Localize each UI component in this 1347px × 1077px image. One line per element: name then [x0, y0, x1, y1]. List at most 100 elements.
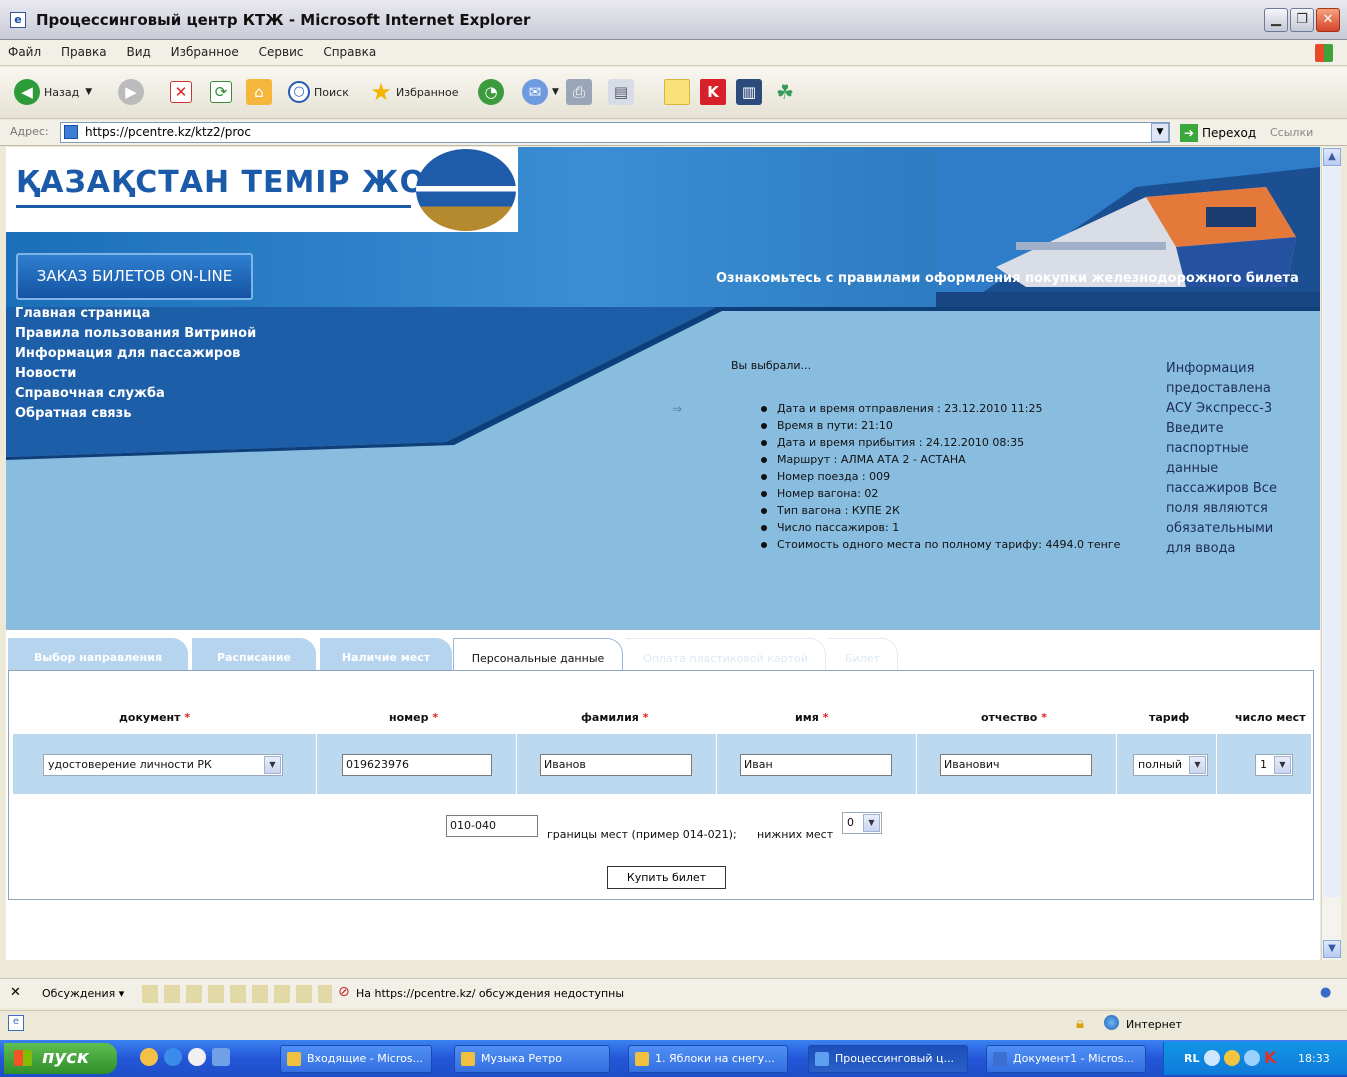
search-button[interactable]: ○ Поиск	[288, 77, 349, 107]
discussions-bar: ✕ Обсуждения ▾ ⊘ На https://pcentre.kz/ …	[0, 978, 1347, 1008]
menu-file[interactable]: Файл	[0, 40, 49, 59]
task-music[interactable]: Музыка Ретро	[454, 1045, 610, 1073]
links-button[interactable]: Ссылки	[1270, 126, 1313, 139]
maximize-button[interactable]: ❐	[1290, 8, 1314, 32]
favorites-label: Избранное	[396, 85, 459, 99]
start-button[interactable]: пуск	[4, 1043, 117, 1074]
address-dropdown-button[interactable]: ▼	[1151, 123, 1169, 142]
tab-schedule[interactable]: Расписание	[192, 638, 316, 672]
system-tray: RL K 18:33	[1163, 1042, 1347, 1075]
nav-home[interactable]: Главная страница	[15, 304, 256, 324]
task-word[interactable]: Документ1 - Micros...	[986, 1045, 1146, 1073]
tab-personal-data[interactable]: Персональные данные	[453, 638, 623, 672]
windows-flag-icon	[14, 1050, 32, 1066]
kaspersky-tray-icon[interactable]: K	[1264, 1048, 1276, 1067]
menu-tools[interactable]: Сервис	[251, 40, 312, 59]
go-button[interactable]: ➔ Переход	[1180, 123, 1256, 143]
task-browser[interactable]: Процессинговый ц...	[808, 1045, 968, 1073]
minimize-button[interactable]: ▁	[1264, 8, 1288, 32]
scroll-up-button[interactable]: ▲	[1323, 148, 1341, 166]
ie-launch-icon[interactable]	[164, 1048, 182, 1066]
refresh-button[interactable]: ⟳	[210, 77, 232, 107]
print-button[interactable]: ⎙	[566, 77, 592, 107]
menu-help[interactable]: Справка	[315, 40, 384, 59]
history-button[interactable]: ◔	[478, 77, 504, 107]
favorites-button[interactable]: ★ Избранное	[368, 77, 458, 107]
language-indicator[interactable]: RL	[1184, 1052, 1199, 1065]
tariff-select[interactable]: полный ▼	[1133, 754, 1208, 776]
notes-button[interactable]	[664, 77, 690, 107]
taskbar: пуск Входящие - Micros... Музыка Ретро 1…	[0, 1040, 1347, 1077]
mail-button[interactable]: ✉ ▼	[522, 77, 559, 107]
tariff-value: полный	[1138, 758, 1182, 771]
history-icon: ◔	[478, 79, 504, 105]
msn-button[interactable]: ☘	[772, 77, 798, 107]
messenger-tray-icon[interactable]	[1244, 1050, 1260, 1066]
scroll-thumb[interactable]	[1323, 167, 1341, 897]
tab-card-payment[interactable]: Оплата пластиковой картой	[626, 638, 826, 672]
network-icon[interactable]	[1204, 1050, 1220, 1066]
logo-area[interactable]: ҚАЗАҚСТАН ТЕМІР ЖОЛЫ	[6, 147, 518, 232]
address-input[interactable]: https://pcentre.kz/ktz2/proc	[60, 122, 1170, 143]
document-number-field[interactable]: 019623976	[342, 754, 492, 776]
first-name-field[interactable]: Иван	[740, 754, 892, 776]
list-item: Дата и время прибытия : 24.12.2010 08:35	[761, 434, 1120, 451]
list-item: Маршрут : АЛМА АТА 2 - АСТАНА	[761, 451, 1120, 468]
home-button[interactable]: ⌂	[246, 77, 272, 107]
search-tray-icon[interactable]	[1224, 1050, 1240, 1066]
seat-range-field[interactable]: 010-040	[446, 815, 538, 837]
info-note: Информация предоставлена АСУ Экспресс-3 …	[1166, 361, 1277, 556]
menu-edit[interactable]: Правка	[53, 40, 115, 59]
menu-view[interactable]: Вид	[118, 40, 158, 59]
close-icon[interactable]: ✕	[10, 985, 21, 1000]
task-inbox[interactable]: Входящие - Micros...	[280, 1045, 432, 1073]
nav-help-service[interactable]: Справочная служба	[15, 384, 256, 404]
nav-rules[interactable]: Правила пользования Витриной	[15, 324, 256, 344]
search-icon: ○	[288, 81, 310, 103]
tab-direction[interactable]: Выбор направления	[8, 638, 188, 672]
messenger-button[interactable]: ▥	[736, 77, 762, 107]
task-player[interactable]: 1. Яблоки на снегу...	[628, 1045, 788, 1073]
explorer-icon[interactable]	[212, 1048, 230, 1066]
menu-favorites[interactable]: Избранное	[163, 40, 247, 59]
edit-button[interactable]: ▤	[608, 77, 634, 107]
globe-icon	[1104, 1015, 1119, 1030]
buy-ticket-button[interactable]: Купить билет	[607, 866, 726, 889]
media-icon[interactable]	[188, 1048, 206, 1066]
surname-field[interactable]: Иванов	[540, 754, 692, 776]
tab-ticket[interactable]: Билет	[828, 638, 898, 672]
nav-feedback[interactable]: Обратная связь	[15, 404, 256, 424]
header-document: документ *	[119, 711, 191, 724]
zone-label: Интернет	[1126, 1018, 1182, 1031]
scroll-down-button[interactable]: ▼	[1323, 940, 1341, 958]
window-title: Процессинговый центр КТЖ - Microsoft Int…	[36, 11, 531, 29]
title-bar: e Процессинговый центр КТЖ - Microsoft I…	[0, 0, 1347, 40]
player-icon	[635, 1052, 649, 1066]
ie-task-icon	[815, 1052, 829, 1066]
lower-seats-select[interactable]: 0 ▼	[842, 812, 882, 834]
patronymic-field[interactable]: Иванович	[940, 754, 1092, 776]
purchase-rules-link[interactable]: Ознакомьтесь с правилами оформления поку…	[716, 271, 1299, 286]
tab-availability[interactable]: Наличие мест	[320, 638, 452, 672]
antivirus-button[interactable]: K	[700, 77, 726, 107]
back-button[interactable]: ◀ Назад ▼	[14, 77, 92, 107]
document-value: удостоверение личности РК	[48, 758, 212, 771]
discussions-help-icon[interactable]: ●	[1320, 985, 1331, 1000]
forward-button[interactable]: ▶	[118, 77, 144, 107]
seats-select[interactable]: 1 ▼	[1255, 754, 1293, 776]
lower-seats-label: нижних мест	[757, 828, 834, 841]
document-select[interactable]: удостоверение личности РК ▼	[43, 754, 283, 776]
discussions-menu[interactable]: Обсуждения ▾	[42, 987, 124, 1000]
order-tickets-button[interactable]: ЗАКАЗ БИЛЕТОВ ON-LINE	[16, 253, 253, 300]
header-seats: число мест	[1235, 711, 1306, 724]
list-item: Тип вагона : КУПЕ 2К	[761, 502, 1120, 519]
stop-button[interactable]: ✕	[170, 77, 192, 107]
vertical-scrollbar[interactable]: ▲ ▼	[1321, 147, 1341, 960]
site-banner: ҚАЗАҚСТАН ТЕМІР ЖОЛЫ ЗАКАЗ БИЛЕТОВ ON-LI…	[6, 147, 1320, 629]
nav-passenger-info[interactable]: Информация для пассажиров	[15, 344, 256, 364]
header-name: имя *	[795, 711, 829, 724]
desktop-icon[interactable]	[140, 1048, 158, 1066]
close-button[interactable]: ✕	[1316, 8, 1340, 32]
seat-range-hint: границы мест (пример 014-021);	[547, 828, 737, 841]
nav-news[interactable]: Новости	[15, 364, 256, 384]
